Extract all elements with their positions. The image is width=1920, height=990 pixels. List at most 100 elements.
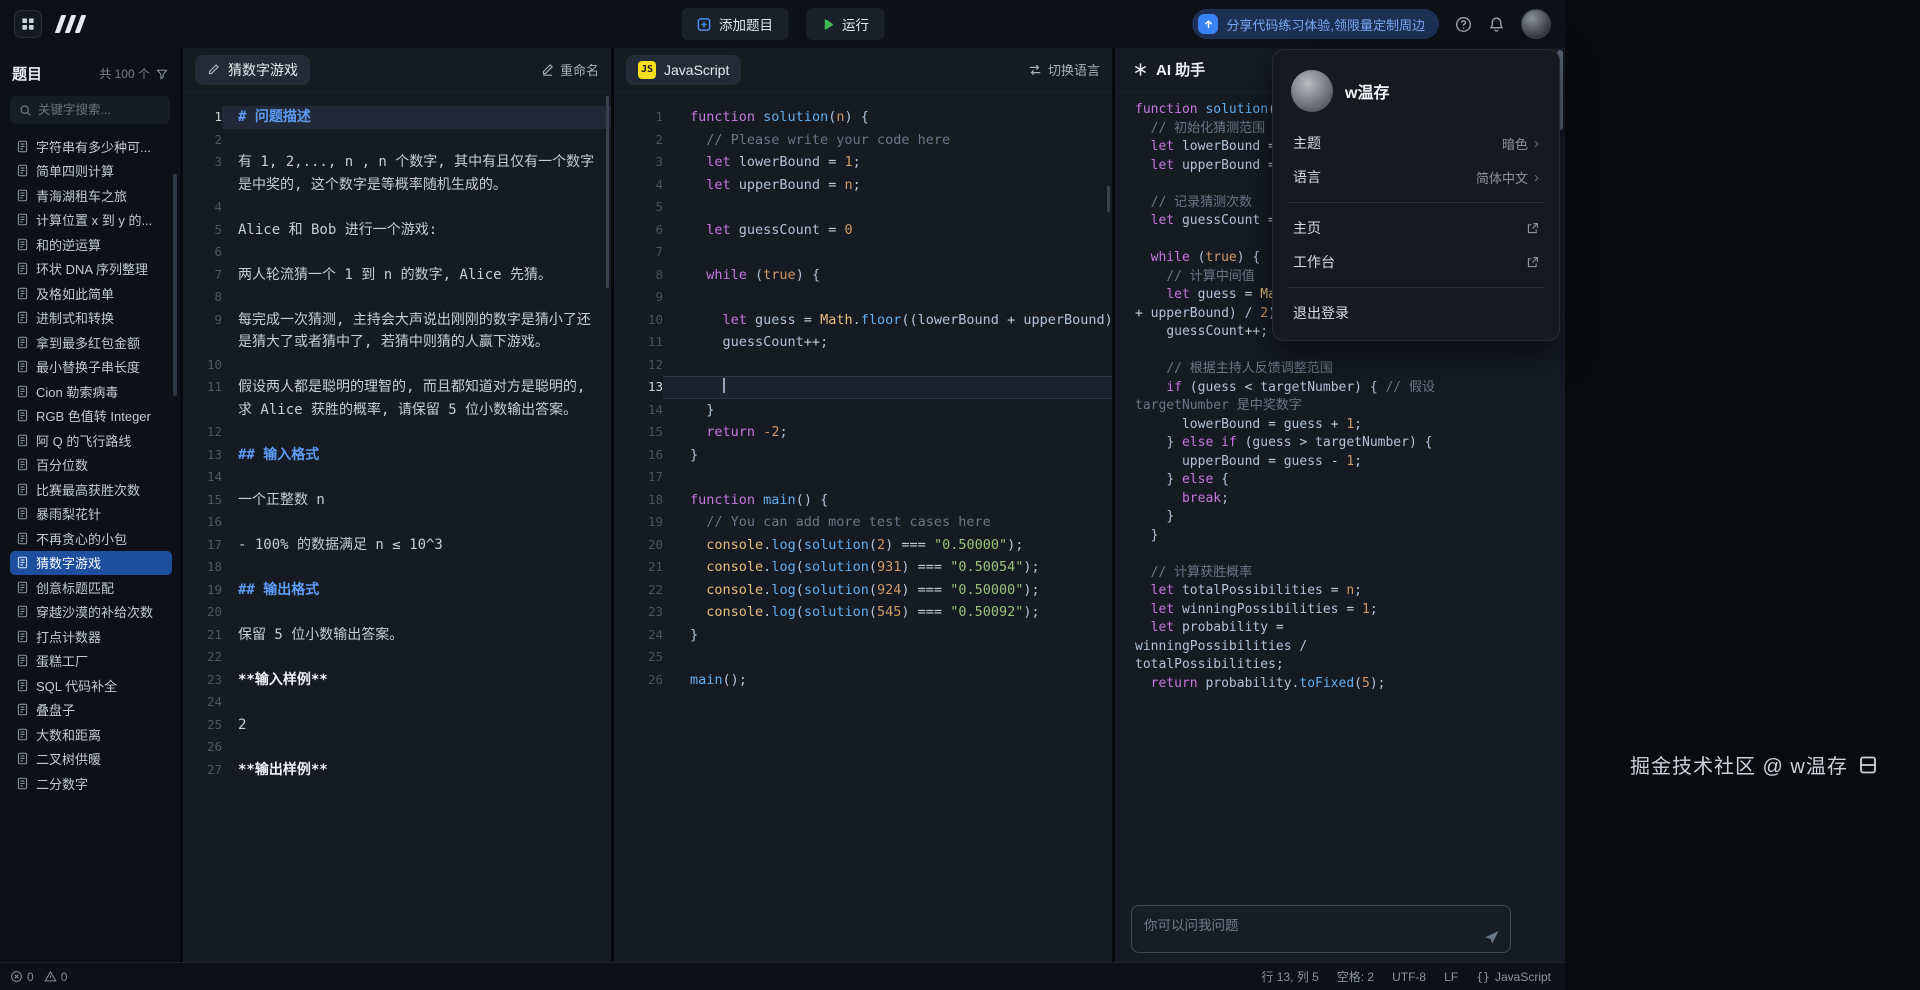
brand-logo[interactable] — [58, 15, 83, 33]
sidebar-item[interactable]: Cion 勒索病毒 — [10, 379, 172, 404]
code-line: 14 } — [614, 399, 1112, 422]
menu-item-language[interactable]: 语言 简体中文 › — [1283, 160, 1549, 194]
cursor-position[interactable]: 行 13, 列 5 — [1261, 968, 1318, 985]
share-icon — [1198, 14, 1218, 34]
logout-label: 退出登录 — [1293, 303, 1349, 323]
sidebar-item-label: 阿 Q 的飞行路线 — [36, 431, 131, 450]
code-text: console.log(solution(2) === "0.50000"); — [663, 534, 1112, 557]
sidebar-item[interactable]: 和的逆运算 — [10, 232, 172, 257]
sidebar-item[interactable]: 猜数字游戏 — [10, 551, 172, 576]
code-text: let guess = Math.floor((lowerBound + upp… — [663, 309, 1112, 332]
app-menu-button[interactable] — [14, 10, 42, 38]
bell-icon[interactable] — [1488, 16, 1505, 33]
code-line: 19 // You can add more test cases here — [614, 511, 1112, 534]
sidebar-item[interactable]: 蛋糕工厂 — [10, 649, 172, 674]
code-text: // Please write your code here — [663, 129, 1112, 152]
sidebar-item[interactable]: 不再贪心的小包 — [10, 526, 172, 551]
code-line: 16} — [614, 444, 1112, 467]
line-text — [222, 556, 611, 579]
menu-item-workspace[interactable]: 工作台 — [1283, 245, 1549, 279]
menu-item-logout[interactable]: 退出登录 — [1283, 296, 1549, 330]
send-icon[interactable] — [1484, 929, 1500, 945]
sidebar-item[interactable]: 比赛最高获胜次数 — [10, 477, 172, 502]
document-icon — [16, 409, 29, 422]
line-number: 16 — [614, 444, 663, 467]
menu-item-theme[interactable]: 主题 暗色 › — [1283, 126, 1549, 160]
indentation[interactable]: 空格: 2 — [1337, 968, 1374, 985]
encoding[interactable]: UTF-8 — [1392, 970, 1426, 984]
ai-code-line: } else if (guess > targetNumber) { — [1135, 434, 1443, 453]
sidebar-scrollbar[interactable] — [173, 174, 177, 396]
markdown-line: 15一个正整数 n — [183, 489, 611, 512]
markdown-line: 9每完成一次猜测, 主持会大声说出刚刚的数字是猜小了还是猜大了或者猜中了, 若猜… — [183, 309, 611, 354]
problem-tab[interactable]: 猜数字游戏 — [195, 55, 310, 85]
code-text: function main() { — [663, 489, 1112, 512]
rename-button[interactable]: 重命名 — [541, 60, 599, 79]
problem-scrollbar[interactable] — [606, 96, 609, 288]
javascript-icon: JS — [638, 61, 656, 79]
code-editor-panel: JS JavaScript 切换语言 1function solution(n)… — [614, 48, 1112, 962]
sidebar-item-label: 二叉树供暖 — [36, 749, 101, 768]
line-text — [222, 601, 611, 624]
code-line: 22 console.log(solution(924) === "0.5000… — [614, 579, 1112, 602]
add-problem-button[interactable]: 添加题目 — [681, 8, 788, 40]
sidebar-item[interactable]: 计算位置 x 到 y 的... — [10, 208, 172, 233]
editor-scrollbar[interactable] — [1107, 186, 1110, 212]
line-number: 11 — [183, 376, 222, 421]
sidebar-item-label: 比赛最高获胜次数 — [36, 480, 140, 499]
sidebar-item[interactable]: SQL 代码补全 — [10, 673, 172, 698]
sidebar-item[interactable]: 百分位数 — [10, 453, 172, 478]
language-mode[interactable]: {} JavaScript — [1476, 970, 1551, 984]
sidebar-item[interactable]: 拿到最多红包金额 — [10, 330, 172, 355]
sidebar-item[interactable]: 进制式和转换 — [10, 306, 172, 331]
line-number: 27 — [183, 759, 222, 782]
document-icon — [16, 654, 29, 667]
sidebar-item[interactable]: 及格如此简单 — [10, 281, 172, 306]
sidebar-item-label: 及格如此简单 — [36, 284, 114, 303]
sidebar-item[interactable]: 青海湖租车之旅 — [10, 183, 172, 208]
eol-type[interactable]: LF — [1444, 970, 1458, 984]
warnings-indicator[interactable]: 0 — [44, 970, 68, 984]
user-avatar[interactable] — [1521, 9, 1551, 39]
line-number: 5 — [614, 196, 663, 219]
code-line: 12 — [614, 354, 1112, 377]
sidebar-item[interactable]: 二叉树供暖 — [10, 747, 172, 772]
menu-item-home[interactable]: 主页 — [1283, 211, 1549, 245]
sidebar-item[interactable]: 简单四则计算 — [10, 159, 172, 184]
sidebar-item[interactable]: 穿越沙漠的补给次数 — [10, 600, 172, 625]
line-number: 14 — [183, 466, 222, 489]
filter-icon[interactable] — [156, 68, 168, 80]
line-number: 15 — [183, 489, 222, 512]
sidebar-item[interactable]: 大数和距离 — [10, 722, 172, 747]
sidebar-item[interactable]: 字符串有多少种可... — [10, 134, 172, 159]
search-input[interactable] — [38, 103, 161, 117]
sidebar-item[interactable]: 二分数字 — [10, 771, 172, 796]
language-tab[interactable]: JS JavaScript — [626, 55, 741, 85]
problems-indicator[interactable]: 0 — [10, 970, 34, 984]
warning-icon — [44, 970, 57, 983]
line-text: ## 输出格式 — [222, 579, 611, 602]
run-button[interactable]: 运行 — [806, 8, 884, 40]
search-box[interactable] — [10, 96, 170, 124]
promo-banner[interactable]: 分享代码练习体验,领限量定制周边 — [1192, 9, 1439, 39]
ai-input[interactable]: 你可以问我问题 — [1131, 905, 1511, 953]
help-icon[interactable] — [1455, 16, 1472, 33]
ai-code-line: let probability = winningPossibilities /… — [1135, 619, 1443, 675]
sidebar-item[interactable]: 阿 Q 的飞行路线 — [10, 428, 172, 453]
code-line: 25 — [614, 646, 1112, 669]
sidebar-item[interactable]: 暴雨梨花针 — [10, 502, 172, 527]
sidebar-item[interactable]: 环状 DNA 序列整理 — [10, 257, 172, 282]
sidebar-item[interactable]: 打点计数器 — [10, 624, 172, 649]
markdown-line: 18 — [183, 556, 611, 579]
switch-language-button[interactable]: 切换语言 — [1028, 60, 1100, 79]
sidebar-item[interactable]: 创意标题匹配 — [10, 575, 172, 600]
switch-language-label: 切换语言 — [1048, 60, 1100, 79]
line-number: 23 — [614, 601, 663, 624]
problem-description[interactable]: 1# 问题描述23有 1, 2,..., n , n 个数字, 其中有且仅有一个… — [183, 92, 611, 962]
document-icon — [16, 434, 29, 447]
code-editor[interactable]: 1function solution(n) {2 // Please write… — [614, 92, 1112, 962]
sidebar-item[interactable]: 叠盘子 — [10, 698, 172, 723]
sidebar-item[interactable]: 最小替换子串长度 — [10, 355, 172, 380]
sidebar-item[interactable]: RGB 色值转 Integer — [10, 404, 172, 429]
markdown-line: 4 — [183, 196, 611, 219]
